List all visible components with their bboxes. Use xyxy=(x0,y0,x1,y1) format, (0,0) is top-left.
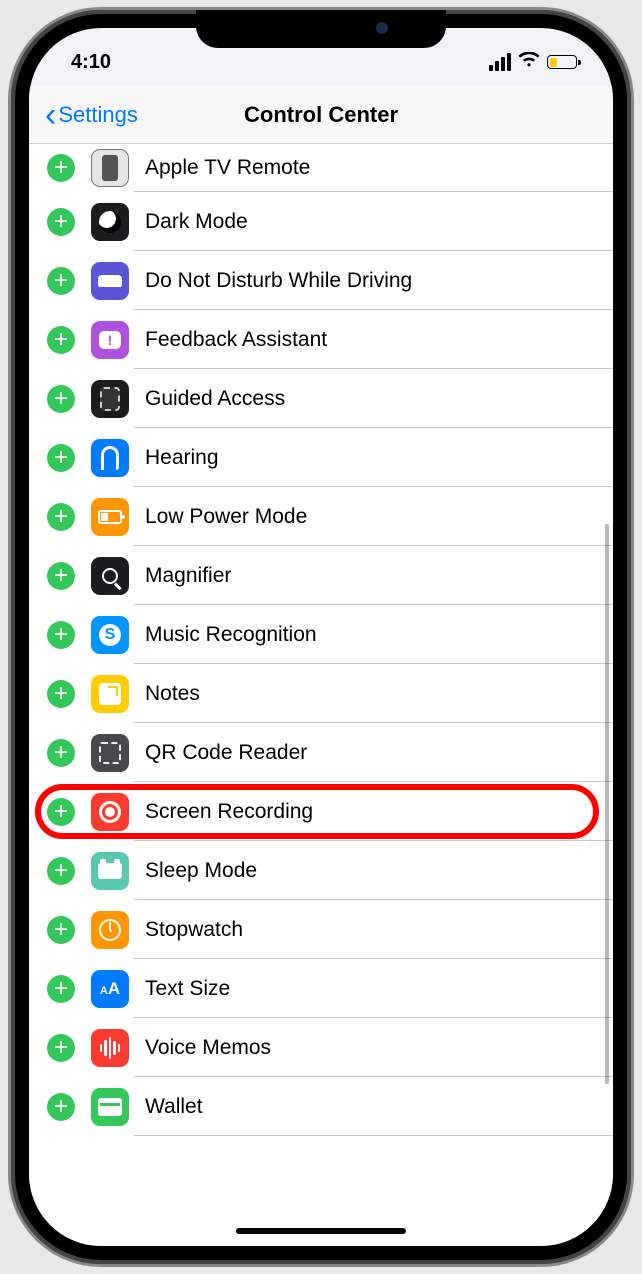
stopwatch-icon xyxy=(91,911,129,949)
voice-memos-icon xyxy=(91,1029,129,1067)
control-row[interactable]: + Apple TV Remote xyxy=(29,144,613,192)
add-button[interactable]: + xyxy=(47,857,75,885)
sleep-mode-icon xyxy=(91,852,129,890)
add-button[interactable]: + xyxy=(47,739,75,767)
hearing-icon xyxy=(91,439,129,477)
control-label: QR Code Reader xyxy=(145,741,307,765)
control-row[interactable]: + Guided Access xyxy=(29,369,613,428)
notch xyxy=(196,10,446,48)
qr-reader-icon xyxy=(91,734,129,772)
wifi-icon xyxy=(518,52,540,72)
control-label: Voice Memos xyxy=(145,1036,271,1060)
feedback-icon: ! xyxy=(91,321,129,359)
control-row[interactable]: + Notes xyxy=(29,664,613,723)
control-label: Guided Access xyxy=(145,387,285,411)
control-row[interactable]: + Screen Recording xyxy=(29,782,613,841)
control-label: Do Not Disturb While Driving xyxy=(145,269,412,293)
control-label: Wallet xyxy=(145,1095,203,1119)
control-row[interactable]: + AA Text Size xyxy=(29,959,613,1018)
control-row[interactable]: + Voice Memos xyxy=(29,1018,613,1077)
home-indicator[interactable] xyxy=(236,1228,406,1234)
screen-record-icon xyxy=(91,793,129,831)
control-label: Sleep Mode xyxy=(145,859,257,883)
control-label: Stopwatch xyxy=(145,918,243,942)
back-label: Settings xyxy=(58,102,138,128)
control-row[interactable]: + Low Power Mode xyxy=(29,487,613,546)
battery-icon xyxy=(547,55,577,69)
add-button[interactable]: + xyxy=(47,267,75,295)
control-label: Text Size xyxy=(145,977,230,1001)
add-button[interactable]: + xyxy=(47,154,75,182)
dark-mode-icon xyxy=(91,203,129,241)
add-button[interactable]: + xyxy=(47,680,75,708)
control-label: Hearing xyxy=(145,446,219,470)
magnifier-icon xyxy=(91,557,129,595)
add-button[interactable]: + xyxy=(47,1034,75,1062)
add-button[interactable]: + xyxy=(47,385,75,413)
cellular-signal-icon xyxy=(489,53,511,71)
control-label: Music Recognition xyxy=(145,623,317,647)
control-row[interactable]: + Magnifier xyxy=(29,546,613,605)
add-button[interactable]: + xyxy=(47,208,75,236)
add-button[interactable]: + xyxy=(47,916,75,944)
control-row[interactable]: + QR Code Reader xyxy=(29,723,613,782)
nav-bar: ‹ Settings Control Center xyxy=(29,86,613,144)
add-button[interactable]: + xyxy=(47,503,75,531)
add-button[interactable]: + xyxy=(47,562,75,590)
shazam-icon: S xyxy=(91,616,129,654)
apple-tv-remote-icon xyxy=(91,149,129,187)
low-power-icon xyxy=(91,498,129,536)
control-label: Low Power Mode xyxy=(145,505,307,529)
status-indicators xyxy=(489,52,577,72)
control-row[interactable]: + Wallet xyxy=(29,1077,613,1136)
add-button[interactable]: + xyxy=(47,444,75,472)
status-time: 4:10 xyxy=(71,51,111,74)
wallet-icon xyxy=(91,1088,129,1126)
chevron-left-icon: ‹ xyxy=(45,98,56,132)
control-label: Feedback Assistant xyxy=(145,328,327,352)
device-frame: 4:10 ‹ Settings Control Center + Apple TV… xyxy=(11,10,631,1264)
page-title: Control Center xyxy=(244,102,398,128)
add-button[interactable]: + xyxy=(47,326,75,354)
control-row[interactable]: + Do Not Disturb While Driving xyxy=(29,251,613,310)
control-row[interactable]: +! Feedback Assistant xyxy=(29,310,613,369)
control-row[interactable]: + S Music Recognition xyxy=(29,605,613,664)
add-button[interactable]: + xyxy=(47,621,75,649)
control-label: Notes xyxy=(145,682,200,706)
control-row[interactable]: + Hearing xyxy=(29,428,613,487)
screen: 4:10 ‹ Settings Control Center + Apple TV… xyxy=(29,28,613,1246)
control-label: Magnifier xyxy=(145,564,231,588)
control-label: Screen Recording xyxy=(145,800,313,824)
control-label: Apple TV Remote xyxy=(145,156,310,180)
notes-icon xyxy=(91,675,129,713)
control-row[interactable]: + Sleep Mode xyxy=(29,841,613,900)
back-button[interactable]: ‹ Settings xyxy=(29,98,138,132)
add-button[interactable]: + xyxy=(47,975,75,1003)
scrollbar[interactable] xyxy=(605,524,609,1084)
controls-list[interactable]: + Apple TV Remote + Dark Mode + Do Not Distur… xyxy=(29,144,613,1246)
dnd-driving-icon xyxy=(91,262,129,300)
add-button[interactable]: + xyxy=(47,1093,75,1121)
text-size-icon: AA xyxy=(91,970,129,1008)
control-row[interactable]: + Stopwatch xyxy=(29,900,613,959)
add-button[interactable]: + xyxy=(47,798,75,826)
guided-access-icon xyxy=(91,380,129,418)
control-label: Dark Mode xyxy=(145,210,248,234)
control-row[interactable]: + Dark Mode xyxy=(29,192,613,251)
